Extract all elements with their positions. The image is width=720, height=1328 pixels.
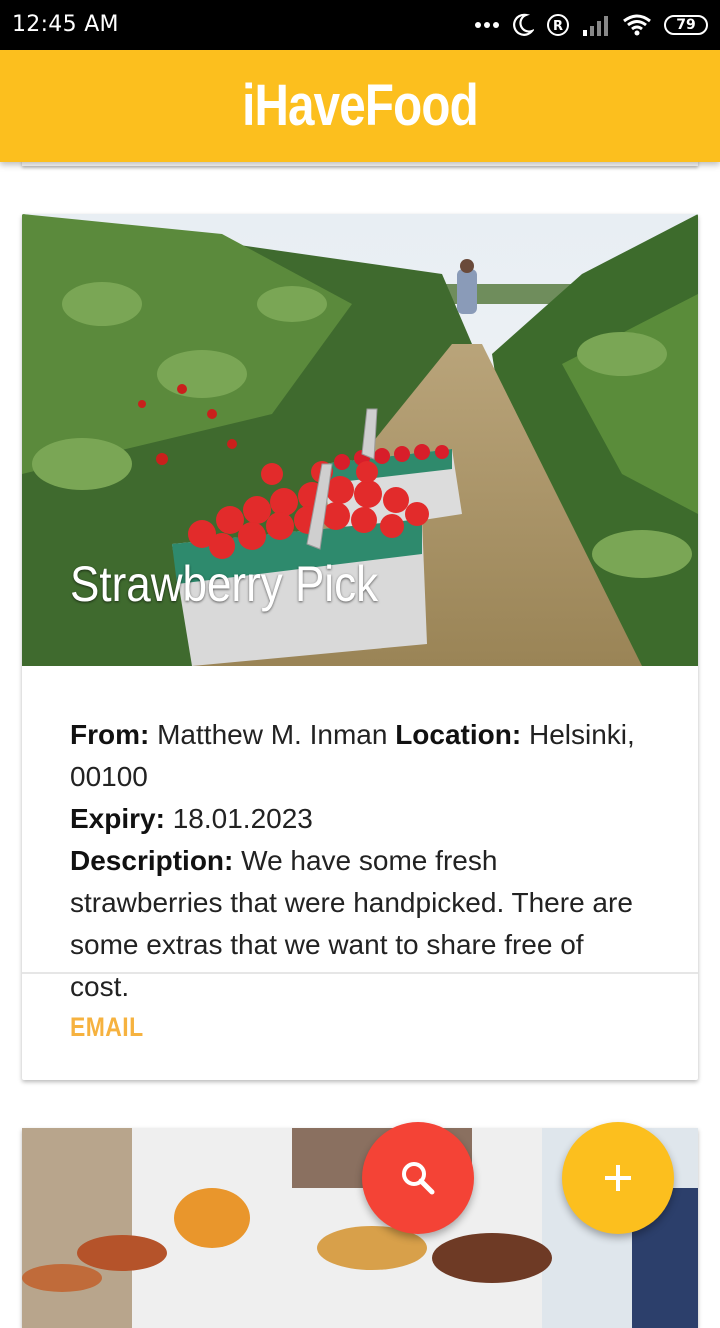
email-button[interactable]: EMAIL [70, 1007, 144, 1047]
card-title: Strawberry Pick [70, 556, 379, 612]
more-dots-icon [475, 22, 499, 28]
moon-icon [513, 13, 534, 36]
location-label: Location: [395, 719, 522, 750]
add-icon [605, 1165, 631, 1191]
status-bar: 12:45 AM R 79 [0, 0, 720, 50]
app-bar: iHaveFood [0, 50, 720, 162]
expiry-label: Expiry: [70, 803, 165, 834]
from-location-line: From: Matthew M. Inman Location: Helsink… [70, 714, 650, 798]
status-time: 12:45 AM [12, 12, 119, 37]
food-card[interactable]: Strawberry Pick From: Matthew M. Inman L… [22, 214, 698, 1080]
card-details: From: Matthew M. Inman Location: Helsink… [70, 714, 650, 1008]
svg-text:R: R [553, 19, 563, 34]
expiry-value: 18.01.2023 [172, 803, 313, 834]
signal-icon [583, 16, 608, 36]
status-icons: R 79 [474, 10, 708, 40]
from-label: From: [70, 719, 150, 750]
search-fab[interactable] [362, 1122, 474, 1234]
registered-icon: R [547, 14, 569, 36]
description-label: Description: [70, 845, 234, 876]
card-divider [22, 972, 698, 974]
app-title: iHaveFood [242, 73, 479, 138]
description-line: Description: We have some fresh strawber… [70, 840, 650, 1008]
from-value: Matthew M. Inman [157, 719, 388, 750]
wifi-icon [623, 14, 651, 36]
search-icon [402, 1162, 435, 1195]
battery-indicator: 79 [664, 15, 708, 35]
expiry-line: Expiry: 18.01.2023 [70, 798, 650, 840]
add-fab[interactable] [562, 1122, 674, 1234]
